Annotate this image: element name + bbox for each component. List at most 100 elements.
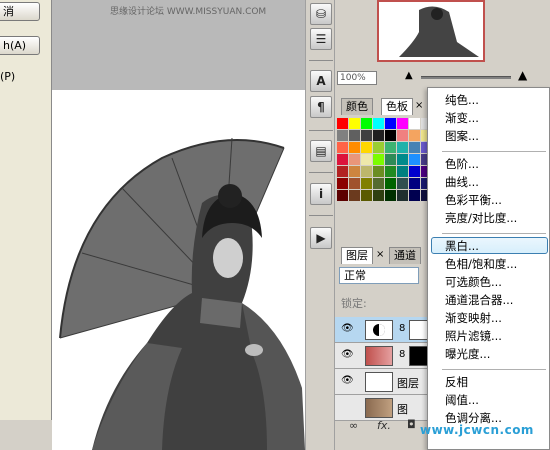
color-swatch[interactable] xyxy=(409,142,420,153)
color-swatch[interactable] xyxy=(373,166,384,177)
auto-button[interactable]: h(A) xyxy=(0,36,40,55)
menu-item[interactable]: 反相 xyxy=(445,375,468,389)
menu-item[interactable]: 渐变映射... xyxy=(445,311,502,325)
color-swatch[interactable] xyxy=(361,154,372,165)
zoom-out-icon[interactable]: ▲ xyxy=(405,70,413,81)
fx-icon[interactable]: fx. xyxy=(377,419,391,432)
color-swatch[interactable] xyxy=(373,154,384,165)
menu-item[interactable]: 色彩平衡... xyxy=(445,193,502,207)
site-watermark: www.jcwcn.com xyxy=(420,423,534,437)
color-swatch[interactable] xyxy=(349,178,360,189)
color-swatch[interactable] xyxy=(337,154,348,165)
link-icon[interactable]: ∞ xyxy=(349,419,358,432)
document-canvas[interactable]: 思缘设计论坛 WWW.MISSYUAN.COM xyxy=(52,0,305,450)
color-swatch[interactable] xyxy=(337,130,348,141)
color-swatch[interactable] xyxy=(373,142,384,153)
zoom-in-icon[interactable]: ▲ xyxy=(518,68,527,82)
color-swatch[interactable] xyxy=(361,178,372,189)
preview-option[interactable]: (P) xyxy=(0,70,15,83)
color-swatch[interactable] xyxy=(397,178,408,189)
brush-presets-icon[interactable]: ☰ xyxy=(310,28,332,50)
eye-icon[interactable]: 👁 xyxy=(341,350,354,360)
close-tab-icon[interactable]: × xyxy=(415,100,423,111)
color-swatch[interactable] xyxy=(337,142,348,153)
color-swatch[interactable] xyxy=(385,130,396,141)
tab-color[interactable]: 颜色 xyxy=(341,98,373,115)
color-swatch[interactable] xyxy=(349,130,360,141)
color-swatch[interactable] xyxy=(361,118,372,129)
menu-item[interactable]: 通道混合器... xyxy=(445,293,513,307)
color-swatch[interactable] xyxy=(385,178,396,189)
color-swatch[interactable] xyxy=(373,190,384,201)
menu-item[interactable]: 曝光度... xyxy=(445,347,490,361)
menu-item[interactable]: 色阶... xyxy=(445,157,479,171)
color-swatch[interactable] xyxy=(409,118,420,129)
tab-swatches[interactable]: 色板 xyxy=(381,98,413,115)
color-swatch[interactable] xyxy=(337,118,348,129)
color-swatch[interactable] xyxy=(361,130,372,141)
color-swatch[interactable] xyxy=(349,118,360,129)
color-swatch[interactable] xyxy=(349,142,360,153)
color-swatch[interactable] xyxy=(385,118,396,129)
tab-layers[interactable]: 图层 xyxy=(341,247,373,264)
menu-item[interactable]: 图案... xyxy=(445,129,479,143)
zoom-level-field[interactable]: 100% xyxy=(337,71,377,85)
color-swatch[interactable] xyxy=(337,166,348,177)
color-swatch[interactable] xyxy=(385,142,396,153)
color-swatch[interactable] xyxy=(337,190,348,201)
color-swatch[interactable] xyxy=(373,118,384,129)
color-swatch[interactable] xyxy=(385,154,396,165)
menu-item[interactable]: 黑白... xyxy=(445,239,479,253)
paragraph-icon[interactable]: ¶ xyxy=(310,96,332,118)
actions-icon[interactable]: ▶ xyxy=(310,227,332,249)
zoom-slider[interactable] xyxy=(421,76,511,79)
menu-item[interactable]: 可选颜色... xyxy=(445,275,502,289)
cancel-button[interactable]: 消 xyxy=(0,2,40,21)
color-swatch[interactable] xyxy=(397,154,408,165)
menu-item[interactable]: 亮度/对比度... xyxy=(445,211,517,225)
color-swatch[interactable] xyxy=(397,118,408,129)
photo-layer xyxy=(59,137,305,450)
close-tab-icon[interactable]: × xyxy=(376,249,384,260)
color-swatch[interactable] xyxy=(397,190,408,201)
blend-mode-select[interactable]: 正常 xyxy=(339,267,419,284)
menu-item[interactable]: 曲线... xyxy=(445,175,479,189)
color-swatch[interactable] xyxy=(409,130,420,141)
color-swatch[interactable] xyxy=(397,142,408,153)
menu-item[interactable]: 纯色... xyxy=(445,93,479,107)
color-swatch[interactable] xyxy=(373,178,384,189)
color-swatch[interactable] xyxy=(361,142,372,153)
color-swatch[interactable] xyxy=(361,166,372,177)
info-icon[interactable]: i xyxy=(310,183,332,205)
character-icon[interactable]: A xyxy=(310,70,332,92)
navigator-preview[interactable] xyxy=(377,0,485,62)
lock-label: 锁定: xyxy=(341,297,367,310)
menu-item[interactable]: 渐变... xyxy=(445,111,479,125)
paint-bucket-icon[interactable]: ⛁ xyxy=(310,3,332,25)
eye-icon[interactable]: 👁 xyxy=(341,376,354,386)
color-swatch[interactable] xyxy=(349,190,360,201)
layer-name[interactable]: 图层 xyxy=(397,375,419,391)
color-swatch[interactable] xyxy=(373,130,384,141)
navigator-panel: 100% ▲ ▲ xyxy=(335,0,550,85)
color-swatch[interactable] xyxy=(409,154,420,165)
menu-item[interactable]: 色相/饱和度... xyxy=(445,257,517,271)
color-swatch[interactable] xyxy=(349,154,360,165)
color-swatch[interactable] xyxy=(349,166,360,177)
color-swatch[interactable] xyxy=(409,178,420,189)
color-swatch[interactable] xyxy=(361,190,372,201)
color-swatch[interactable] xyxy=(337,178,348,189)
adjustment-layer-menu: 纯色... 渐变... 图案... 色阶... 曲线... 色彩平衡... 亮度/对比度..… xyxy=(427,87,550,450)
eye-icon[interactable]: 👁 xyxy=(341,324,354,334)
mask-icon[interactable]: ◘ xyxy=(407,418,416,431)
layer-comps-icon[interactable]: ▤ xyxy=(310,140,332,162)
menu-item[interactable]: 照片滤镜... xyxy=(445,329,502,343)
color-swatch[interactable] xyxy=(397,130,408,141)
color-swatch[interactable] xyxy=(397,166,408,177)
color-swatch[interactable] xyxy=(409,190,420,201)
color-swatch[interactable] xyxy=(385,166,396,177)
color-swatch[interactable] xyxy=(409,166,420,177)
tab-channels[interactable]: 通道 xyxy=(389,247,421,264)
color-swatch[interactable] xyxy=(385,190,396,201)
menu-item[interactable]: 阈值... xyxy=(445,393,479,407)
